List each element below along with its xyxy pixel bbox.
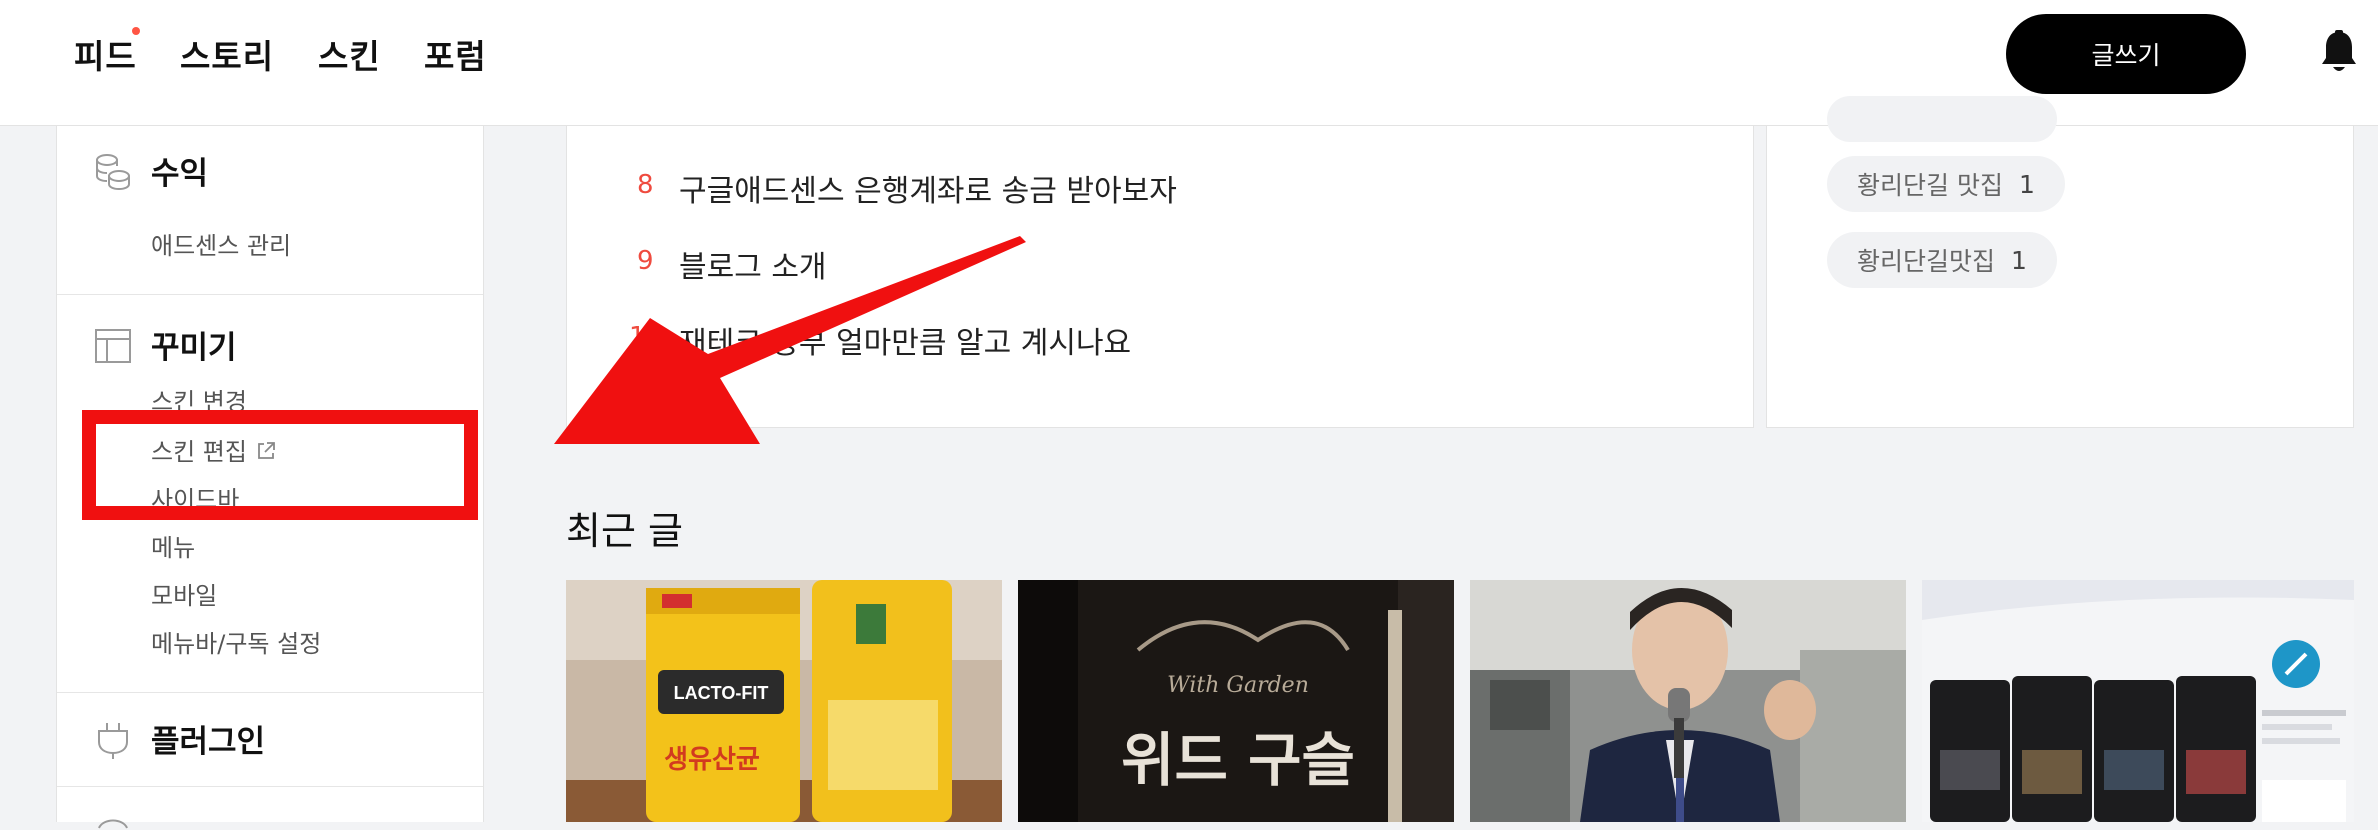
rank-number: 10: [629, 322, 663, 352]
tags-card: 황리단길 맛집 1 황리단길맛집 1: [1766, 96, 2354, 428]
section-title-plugin[interactable]: 플러그인: [151, 716, 265, 761]
mobile-screenshots-image: [1922, 580, 2354, 822]
sidebar-item-skin-edit[interactable]: 스킨 편집: [151, 432, 277, 467]
nav-skin[interactable]: 스킨: [318, 30, 381, 78]
tag-count: 1: [2018, 169, 2035, 199]
section-divider: [57, 294, 483, 295]
popular-posts-card: 8 구글애드센스 은행계좌로 송금 받아보자 9 블로그 소개 10 재테크 공…: [566, 126, 1754, 428]
sidebar-item-menubar-subscribe[interactable]: 메뉴바/구독 설정: [151, 624, 321, 659]
probiotics-photo: LACTO-FIT 생유산균: [566, 580, 1002, 822]
tag-chip[interactable]: 황리단길 맛집 1: [1827, 156, 2065, 212]
thumb-text-script: With Garden: [1167, 673, 1309, 698]
recent-post-thumbnail[interactable]: [1470, 580, 1906, 822]
thumb-text-sign: 위드 구슬: [1121, 726, 1355, 794]
restaurant-sign-photo: With Garden 위드 구슬: [1018, 580, 1454, 822]
section-title-decorate: 꾸미기: [151, 330, 237, 366]
rank-number: 9: [637, 246, 654, 276]
coins-icon: [96, 154, 130, 191]
recent-post-thumbnail[interactable]: LACTO-FIT 생유산균: [566, 580, 1002, 822]
nav-forum[interactable]: 포럼: [424, 30, 487, 78]
sidebar-item-skin-change[interactable]: 스킨 변경: [151, 382, 247, 417]
popular-post-title[interactable]: 구글애드센스 은행계좌로 송금 받아보자: [679, 166, 1177, 210]
layout-icon: [95, 329, 131, 363]
popular-post-title[interactable]: 재테크 공부 얼마만큼 알고 계시나요: [679, 318, 1131, 362]
sidebar-item-sidebar[interactable]: 사이드바: [151, 480, 239, 515]
rank-number: 8: [637, 170, 654, 200]
recent-post-thumbnail[interactable]: With Garden 위드 구슬: [1018, 580, 1454, 822]
tag-chip[interactable]: 황리단길맛집 1: [1827, 232, 2057, 288]
external-link-icon: [258, 442, 275, 459]
sidebar-item-menu[interactable]: 메뉴: [151, 528, 195, 563]
speaker-photo: [1470, 580, 1906, 822]
nav-feed[interactable]: 피드: [74, 30, 137, 78]
tag-name: 황리단길 맛집: [1857, 171, 2003, 200]
bell-icon[interactable]: [2320, 30, 2358, 76]
recent-post-thumbnail[interactable]: [1922, 580, 2354, 822]
skin-edit-label: 스킨 편집: [151, 438, 247, 466]
nav-story[interactable]: 스토리: [180, 30, 274, 78]
tag-name: 황리단길맛집: [1857, 247, 1996, 276]
section-divider: [57, 692, 483, 693]
sidebar-item-mobile[interactable]: 모바일: [151, 576, 217, 611]
admin-sidebar: 수익 애드센스 관리 꾸미기 스킨 변경 스킨 편집 사이드바 메뉴 모바일 메…: [56, 126, 484, 829]
feed-new-dot: [132, 27, 140, 35]
thumb-text-probiotic: 생유산균: [664, 745, 760, 775]
recent-posts-title: 최근 글: [566, 509, 683, 553]
section-title-revenue: 수익: [151, 156, 209, 192]
next-section-icon: [98, 819, 128, 829]
tag-chip-partial[interactable]: [1827, 96, 2057, 142]
write-button[interactable]: 글쓰기: [2006, 14, 2246, 94]
tag-count: 1: [2011, 245, 2027, 275]
sidebar-item-adsense[interactable]: 애드센스 관리: [151, 226, 291, 261]
thumb-text-lacto: LACTO-FIT: [674, 683, 769, 703]
plug-icon: [98, 723, 128, 759]
section-divider: [57, 786, 483, 787]
popular-post-title[interactable]: 블로그 소개: [679, 242, 827, 286]
